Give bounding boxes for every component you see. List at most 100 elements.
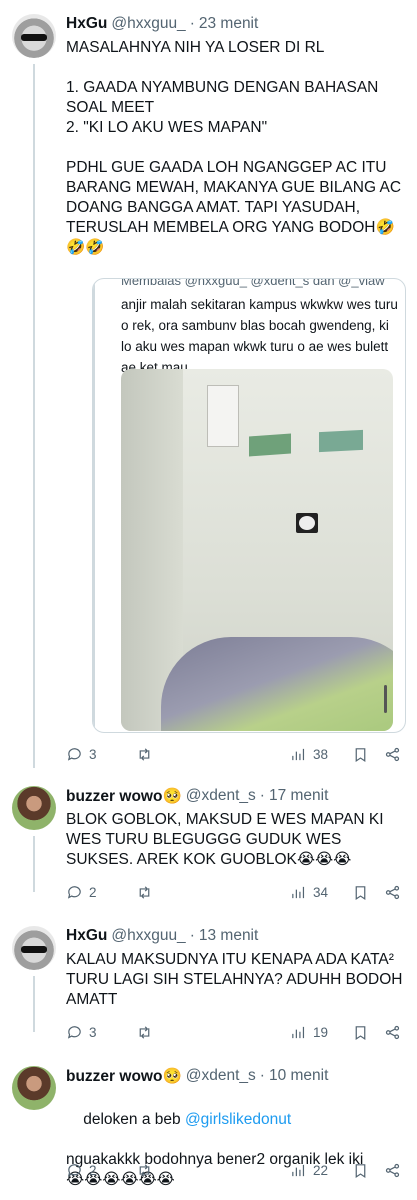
avatar[interactable] <box>12 1066 56 1110</box>
like-button[interactable] <box>214 744 237 764</box>
display-name[interactable]: buzzer wowo🥺 <box>66 787 182 806</box>
share-button[interactable] <box>384 1022 401 1042</box>
tweet-text: BLOK GOBLOK, MAKSUD E WES MAPAN KI WES T… <box>66 811 388 868</box>
user-handle[interactable]: @xdent_s <box>186 1067 256 1085</box>
views-button[interactable]: 22 <box>290 1160 328 1180</box>
heart-icon <box>214 746 231 763</box>
share-button[interactable] <box>384 744 401 764</box>
timestamp[interactable]: 17 menit <box>269 787 328 805</box>
photo-clock <box>296 513 318 533</box>
views-count: 19 <box>313 1024 329 1040</box>
share-button[interactable] <box>384 882 401 902</box>
quoted-tweet-text: anjir malah sekitaran kampus wkwkw wes t… <box>121 297 402 375</box>
bookmark-button[interactable] <box>352 744 369 764</box>
quoted-thread-line <box>93 279 95 732</box>
like-button[interactable] <box>214 882 237 902</box>
display-name[interactable]: buzzer wowo🥺 <box>66 1067 182 1086</box>
display-name[interactable]: HxGu <box>66 15 107 33</box>
share-icon <box>385 1025 400 1039</box>
display-name[interactable]: HxGu <box>66 927 107 945</box>
tweet-actions: 3 38 <box>66 744 406 764</box>
avatar[interactable] <box>12 14 56 58</box>
reply-icon <box>67 747 81 761</box>
reply-button[interactable]: 3 <box>66 744 97 764</box>
tweet-text-block: deloken a beb @girlslikedonut nguakakkk … <box>66 1090 406 1200</box>
share-icon <box>385 885 400 899</box>
retweet-button[interactable] <box>136 744 159 764</box>
tweet-text: MASALAHNYA NIH YA LOSER DI RL 1. GAADA N… <box>66 39 402 256</box>
tweet-header: buzzer wowo🥺 @xdent_s · 17 menit <box>66 786 328 806</box>
retweet-icon <box>139 747 150 761</box>
bookmark-icon <box>355 747 366 762</box>
share-icon <box>385 1163 400 1177</box>
tweet-actions: 2 22 <box>66 1160 406 1180</box>
tweet[interactable]: buzzer wowo🥺 @xdent_s · 10 menit deloken… <box>0 1066 417 1188</box>
tweet-text-prefix: deloken a beb <box>83 1111 185 1128</box>
reply-count: 3 <box>89 1024 97 1040</box>
reply-count: 2 <box>89 884 97 900</box>
heart-icon <box>214 1024 231 1041</box>
separator-dot: · <box>259 1067 265 1084</box>
thread-connector <box>33 836 35 892</box>
retweet-icon <box>139 1025 150 1039</box>
tweet-header: HxGu @hxxguu_ · 23 menit <box>66 14 258 34</box>
thread-connector <box>33 64 35 768</box>
reply-button[interactable]: 2 <box>66 882 97 902</box>
photo-vent <box>319 429 363 453</box>
bookmark-icon <box>355 1163 366 1178</box>
views-button[interactable]: 19 <box>290 1022 328 1042</box>
bookmark-icon <box>355 1025 366 1040</box>
reply-icon <box>67 885 81 899</box>
views-button[interactable]: 38 <box>290 744 328 764</box>
tweet-actions: 3 19 <box>66 1022 406 1042</box>
reply-button[interactable]: 2 <box>66 1160 97 1180</box>
tweet-header: HxGu @hxxguu_ · 13 menit <box>66 926 258 946</box>
avatar[interactable] <box>12 926 56 970</box>
tweet-actions: 2 34 <box>66 882 406 902</box>
bookmark-button[interactable] <box>352 1160 369 1180</box>
timestamp[interactable]: 23 menit <box>199 15 258 33</box>
photo-vent <box>249 433 291 457</box>
user-handle[interactable]: @hxxguu_ <box>111 927 185 945</box>
photo-air-conditioner <box>207 385 239 447</box>
views-icon <box>292 748 305 760</box>
separator-dot: · <box>259 787 265 804</box>
user-handle[interactable]: @hxxguu_ <box>111 15 185 33</box>
bookmark-button[interactable] <box>352 1022 369 1042</box>
views-icon <box>292 886 305 898</box>
retweet-icon <box>139 1163 150 1177</box>
like-button[interactable] <box>214 1160 237 1180</box>
tweet[interactable]: buzzer wowo🥺 @xdent_s · 17 menit BLOK GO… <box>0 786 417 906</box>
room-photo[interactable] <box>121 369 393 731</box>
mention-link[interactable]: @girlslikedonut <box>185 1111 291 1128</box>
views-button[interactable]: 34 <box>290 882 328 902</box>
retweet-button[interactable] <box>136 882 159 902</box>
like-button[interactable] <box>214 1022 237 1042</box>
timestamp[interactable]: 10 menit <box>269 1067 328 1085</box>
retweet-button[interactable] <box>136 1160 159 1180</box>
user-handle[interactable]: @xdent_s <box>186 787 256 805</box>
reply-count: 3 <box>89 746 97 762</box>
avatar[interactable] <box>12 786 56 830</box>
bookmark-icon <box>355 885 366 900</box>
views-icon <box>292 1164 305 1176</box>
reply-icon <box>67 1025 81 1039</box>
tweet-header: buzzer wowo🥺 @xdent_s · 10 menit <box>66 1066 328 1086</box>
heart-icon <box>214 884 231 901</box>
quoted-screenshot-card[interactable]: Membalas @hxxguu_ @xdent_s dan @_viaw an… <box>92 278 406 733</box>
timestamp[interactable]: 13 menit <box>199 927 258 945</box>
views-count: 22 <box>313 1162 329 1178</box>
tweet[interactable]: HxGu @hxxguu_ · 13 menit KALAU MAKSUDNYA… <box>0 926 417 1046</box>
separator-dot: · <box>189 15 195 32</box>
bookmark-button[interactable] <box>352 882 369 902</box>
retweet-button[interactable] <box>136 1022 159 1042</box>
views-count: 38 <box>313 746 329 762</box>
heart-icon <box>214 1162 231 1179</box>
share-button[interactable] <box>384 1160 401 1180</box>
views-icon <box>292 1026 305 1038</box>
share-icon <box>385 747 400 761</box>
reply-count: 2 <box>89 1162 97 1178</box>
reply-button[interactable]: 3 <box>66 1022 97 1042</box>
views-count: 34 <box>313 884 329 900</box>
quoted-reply-context: Membalas @hxxguu_ @xdent_s dan @_viaw <box>121 278 385 288</box>
